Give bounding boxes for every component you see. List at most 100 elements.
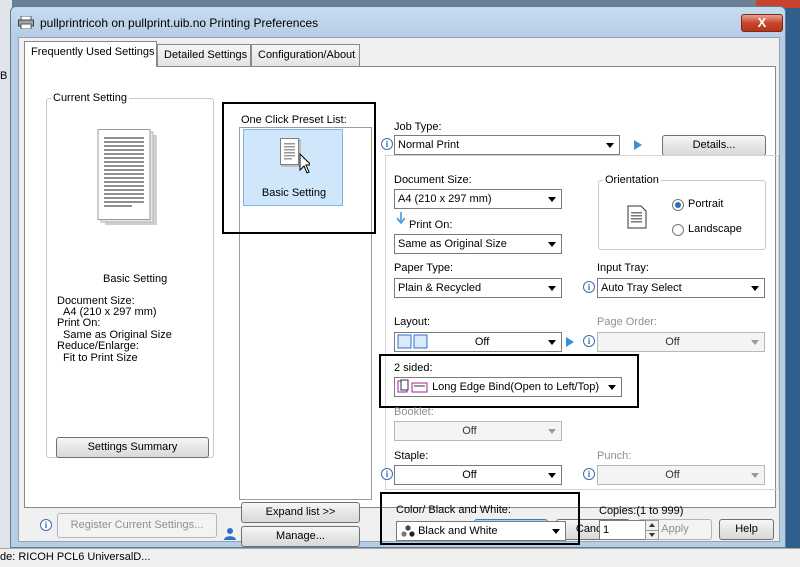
document-size-select[interactable]: A4 (210 x 297 mm) (394, 189, 562, 209)
current-reduce-enlarge-label: Reduce/Enlarge: (57, 340, 139, 352)
chevron-down-icon (548, 340, 556, 345)
punch-select[interactable]: Off (597, 465, 765, 485)
staple-value: Off (462, 469, 477, 481)
booklet-value: Off (462, 425, 477, 437)
dialog-client-area: Frequently Used Settings Detailed Settin… (18, 37, 780, 547)
info-icon: i (381, 468, 393, 480)
color-select[interactable]: Black and White (396, 521, 566, 541)
info-icon: i (583, 335, 595, 347)
chevron-down-icon (548, 286, 556, 291)
current-setting-name: Basic Setting (103, 273, 168, 285)
desktop-background-right (785, 0, 800, 567)
portrait-radio[interactable] (672, 199, 684, 211)
color-label: Color/ Black and White: (396, 504, 511, 516)
stepper-divider (646, 530, 658, 531)
layout-pages-icon (397, 334, 428, 349)
input-tray-label: Input Tray: (597, 262, 649, 274)
paper-type-value: Plain & Recycled (398, 282, 482, 294)
chevron-down-icon (548, 197, 556, 202)
title-bar[interactable]: pullprintricoh on pullprint.uib.no Print… (11, 7, 785, 37)
copies-stepper[interactable] (645, 520, 659, 540)
orientation-legend: Orientation (603, 174, 661, 186)
tab-configuration-about[interactable]: Configuration/About (251, 44, 360, 66)
page-order-value: Off (665, 336, 680, 348)
print-on-value: Same as Original Size (398, 238, 507, 250)
paper-type-select[interactable]: Plain & Recycled (394, 278, 562, 298)
close-icon: X (757, 15, 767, 30)
landscape-radio[interactable] (672, 224, 684, 236)
details-button[interactable]: Details... (662, 135, 766, 156)
info-icon: i (583, 468, 595, 480)
input-tray-select[interactable]: Auto Tray Select (597, 278, 765, 298)
document-size-value: A4 (210 x 297 mm) (398, 193, 492, 205)
close-button[interactable]: X (741, 14, 783, 32)
input-tray-value: Auto Tray Select (601, 282, 682, 294)
play-arrow-icon (566, 337, 574, 347)
job-type-label: Job Type: (394, 121, 442, 133)
chevron-down-icon (548, 429, 556, 434)
chevron-down-icon (751, 340, 759, 345)
copies-value: 1 (603, 524, 610, 536)
tab-detailed-settings[interactable]: Detailed Settings (157, 44, 251, 66)
preset-list-title: One Click Preset List: (241, 114, 347, 126)
page-order-label: Page Order: (597, 316, 657, 328)
stepper-up-icon (649, 523, 655, 527)
orientation-group (598, 180, 766, 250)
staple-label: Staple: (394, 450, 429, 462)
preset-item-label: Basic Setting (261, 187, 327, 199)
tab-label: Detailed Settings (164, 49, 248, 61)
printer-icon (18, 16, 34, 29)
window-title: pullprintricoh on pullprint.uib.no Print… (40, 16, 319, 30)
chevron-down-icon (606, 143, 614, 148)
user-icon (224, 528, 236, 540)
chevron-down-icon (548, 473, 556, 478)
booklet-label: Booklet: (394, 406, 434, 418)
printing-preferences-window: pullprintricoh on pullprint.uib.no Print… (10, 6, 786, 548)
chevron-down-icon (751, 473, 759, 478)
chevron-down-icon (608, 385, 616, 390)
chevron-down-icon (548, 242, 556, 247)
current-setting-legend: Current Setting (51, 92, 129, 104)
arrow-down-icon (397, 212, 405, 224)
help-button[interactable]: Help (719, 519, 774, 540)
two-sided-value: Long Edge Bind(Open to Left/Top) (432, 381, 600, 393)
chevron-down-icon (751, 286, 759, 291)
manage-button[interactable]: Manage... (241, 526, 360, 547)
portrait-page-icon (627, 205, 647, 229)
job-type-select[interactable]: Normal Print (394, 135, 620, 155)
job-type-value: Normal Print (398, 139, 460, 151)
paper-type-label: Paper Type: (394, 262, 454, 274)
page-order-select[interactable]: Off (597, 332, 765, 352)
info-icon: i (381, 138, 393, 150)
tab-label: Configuration/About (258, 49, 356, 61)
two-sided-label: 2 sided: (394, 362, 433, 374)
document-size-label: Document Size: (394, 174, 472, 186)
layout-value: Off (474, 336, 490, 348)
print-on-label: Print On: (409, 219, 453, 231)
black-white-icon (401, 525, 415, 537)
print-on-select[interactable]: Same as Original Size (394, 234, 562, 254)
tab-label: Frequently Used Settings (31, 46, 155, 58)
expand-list-button[interactable]: Expand list >> (241, 502, 360, 523)
duplex-icon (397, 379, 428, 393)
booklet-select[interactable]: Off (394, 421, 562, 441)
play-arrow-icon (634, 140, 642, 150)
settings-summary-button[interactable]: Settings Summary (56, 437, 209, 458)
tab-frequently-used-settings[interactable]: Frequently Used Settings (24, 41, 157, 67)
layout-select[interactable]: Off (394, 332, 562, 352)
two-sided-select[interactable]: Long Edge Bind(Open to Left/Top) (394, 377, 622, 397)
landscape-label: Landscape (688, 223, 742, 235)
copies-label: Copies:(1 to 999) (599, 505, 684, 517)
register-current-settings-button[interactable]: Register Current Settings... (57, 513, 217, 538)
portrait-label: Portrait (688, 198, 724, 210)
info-icon: i (583, 281, 595, 293)
color-value: Black and White (418, 525, 498, 537)
current-reduce-enlarge-value: Fit to Print Size (63, 352, 138, 364)
chevron-down-icon (552, 529, 560, 534)
stepper-down-icon (649, 533, 655, 537)
document-cursor-icon (280, 138, 310, 174)
background-text: B (0, 70, 8, 82)
current-print-on-label: Print On: (57, 317, 101, 329)
staple-select[interactable]: Off (394, 465, 562, 485)
preset-item-basic-setting[interactable]: Basic Setting (243, 129, 343, 206)
